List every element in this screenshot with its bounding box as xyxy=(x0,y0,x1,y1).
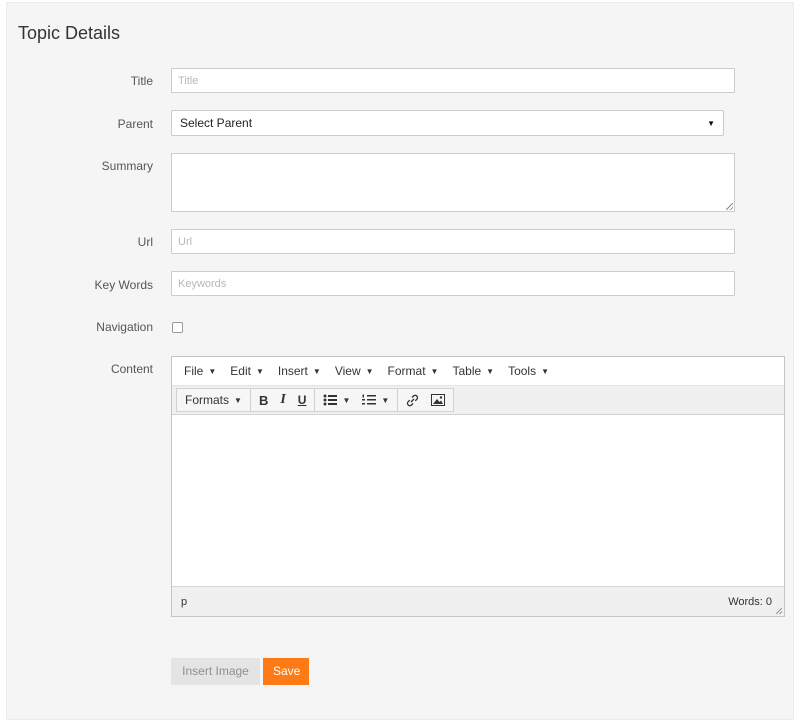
menu-table[interactable]: Table ▼ xyxy=(452,364,494,378)
title-label: Title xyxy=(130,74,153,88)
editor-menubar: File ▼ Edit ▼ Insert ▼ View ▼ Format ▼ Table ▼… xyxy=(172,357,784,386)
menu-edit[interactable]: Edit ▼ xyxy=(230,364,264,378)
toolbar-group-insert xyxy=(398,388,455,412)
save-button[interactable]: Save xyxy=(263,658,309,685)
summary-label: Summary xyxy=(101,159,153,173)
summary-textarea[interactable] xyxy=(171,153,735,212)
caret-down-icon: ▼ xyxy=(234,395,242,405)
resize-handle-icon[interactable] xyxy=(776,608,782,614)
rich-text-editor: File ▼ Edit ▼ Insert ▼ View ▼ Format ▼ Table ▼… xyxy=(171,356,785,617)
topic-details-panel: Topic Details Title Parent Select Parent… xyxy=(6,2,794,720)
menu-format[interactable]: Format ▼ xyxy=(388,364,439,378)
parent-select[interactable]: Select Parent ▼ xyxy=(171,110,724,136)
bullet-list-icon xyxy=(323,394,338,406)
toolbar-group-lists: ▼ ▼ xyxy=(315,388,399,412)
menu-view[interactable]: View ▼ xyxy=(335,364,374,378)
caret-down-icon: ▼ xyxy=(342,395,351,405)
element-path[interactable]: p xyxy=(181,596,187,608)
url-input[interactable] xyxy=(171,229,735,254)
caret-down-icon: ▼ xyxy=(430,366,439,376)
keywords-input[interactable] xyxy=(171,271,735,296)
caret-down-icon: ▼ xyxy=(255,366,264,376)
caret-down-icon: ▼ xyxy=(541,366,550,376)
navigation-checkbox[interactable] xyxy=(172,322,183,333)
italic-button[interactable]: I xyxy=(274,389,291,411)
keywords-label: Key Words xyxy=(94,278,153,292)
numbered-list-icon xyxy=(362,394,377,405)
content-label: Content xyxy=(110,362,153,376)
numbered-list-button[interactable]: ▼ xyxy=(356,389,395,411)
caret-down-icon: ▼ xyxy=(208,366,217,376)
url-label: Url xyxy=(137,235,153,249)
insert-image-button[interactable]: Insert Image xyxy=(171,658,260,685)
title-input[interactable] xyxy=(171,68,735,93)
editor-toolbar: Formats ▼ B I U ▼ ▼ xyxy=(172,386,784,415)
caret-down-icon: ▼ xyxy=(365,366,374,376)
caret-down-icon: ▼ xyxy=(312,366,321,376)
caret-down-icon: ▼ xyxy=(381,395,390,405)
bullet-list-button[interactable]: ▼ xyxy=(317,389,356,411)
parent-select-value: Select Parent xyxy=(180,116,253,130)
toolbar-group-formats: Formats ▼ xyxy=(176,388,251,412)
page-title: Topic Details xyxy=(18,23,121,43)
link-icon xyxy=(407,394,419,406)
navigation-label: Navigation xyxy=(96,320,153,334)
image-icon xyxy=(431,394,446,406)
editor-statusbar: p Words: 0 xyxy=(172,586,784,616)
caret-down-icon: ▼ xyxy=(486,366,495,376)
word-count: Words: 0 xyxy=(728,595,772,608)
formats-dropdown[interactable]: Formats ▼ xyxy=(179,389,248,411)
underline-button[interactable]: U xyxy=(292,389,313,411)
parent-label: Parent xyxy=(117,117,153,131)
chevron-down-icon: ▼ xyxy=(707,119,715,128)
menu-tools[interactable]: Tools ▼ xyxy=(508,364,549,378)
bold-button[interactable]: B xyxy=(253,389,274,411)
toolbar-group-text-style: B I U xyxy=(250,388,316,412)
menu-file[interactable]: File ▼ xyxy=(184,364,216,378)
image-button[interactable] xyxy=(425,389,451,411)
link-button[interactable] xyxy=(400,389,425,411)
menu-insert[interactable]: Insert ▼ xyxy=(278,364,321,378)
editor-content-area[interactable] xyxy=(172,415,784,585)
